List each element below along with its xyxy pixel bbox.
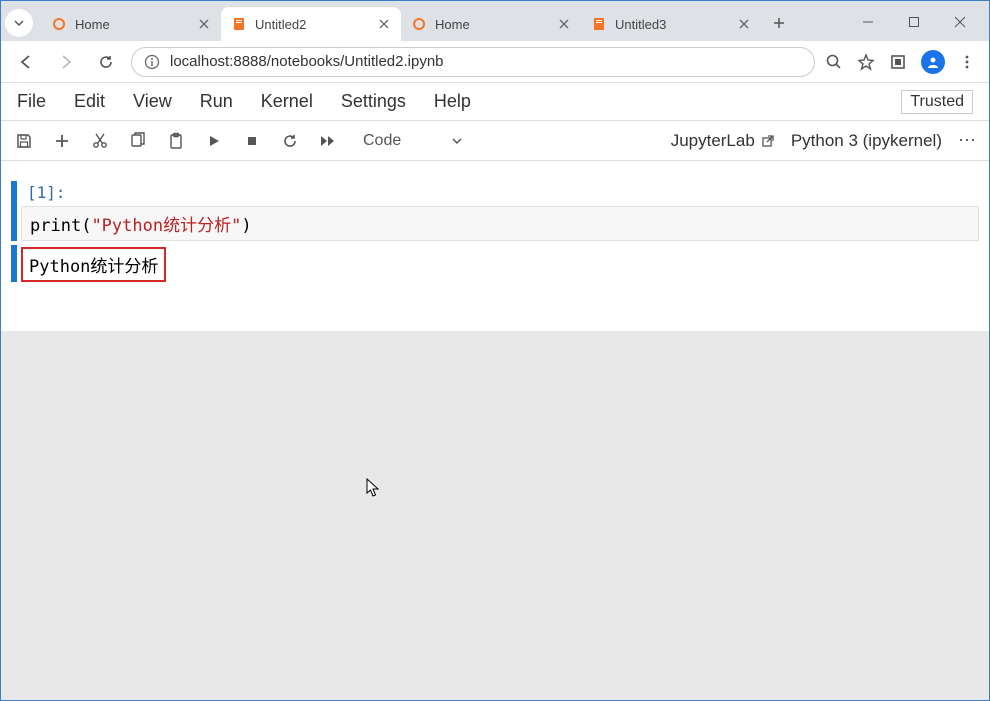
restart-run-all-button[interactable] [317, 130, 339, 152]
browser-tab-home-1[interactable]: Home [41, 7, 221, 41]
external-link-icon [761, 134, 775, 148]
menu-icon[interactable] [959, 54, 975, 70]
menu-run[interactable]: Run [200, 91, 233, 112]
jupyter-toolbar: Code JupyterLab Python 3 (ipykernel) ⋯ [1, 121, 989, 161]
interrupt-button[interactable] [241, 130, 263, 152]
tab-search-dropdown[interactable] [5, 9, 33, 37]
tab-title: Untitled3 [615, 17, 729, 32]
close-window-button[interactable] [937, 7, 983, 37]
code-string: "Python统计分析" [91, 216, 241, 236]
close-tab-icon[interactable] [197, 17, 211, 31]
tab-title: Home [75, 17, 189, 32]
tab-title: Home [435, 17, 549, 32]
window-controls [845, 7, 983, 37]
code-input[interactable]: print("Python统计分析") [21, 206, 979, 241]
cut-button[interactable] [89, 130, 111, 152]
jupyterlab-label: JupyterLab [671, 131, 755, 151]
code-cell[interactable]: [1]: print("Python统计分析") [11, 181, 979, 241]
cell-type-select[interactable]: Code [355, 128, 491, 154]
menu-edit[interactable]: Edit [74, 91, 105, 112]
more-actions-button[interactable]: ⋯ [958, 130, 977, 151]
back-button[interactable] [11, 47, 41, 77]
minimize-button[interactable] [845, 7, 891, 37]
save-button[interactable] [13, 130, 35, 152]
code-close-paren: ) [241, 216, 251, 236]
tab-title: Untitled2 [255, 17, 369, 32]
jupyterlab-link[interactable]: JupyterLab [671, 131, 775, 151]
input-prompt: [1]: [21, 181, 71, 202]
mouse-cursor-icon [366, 478, 382, 498]
reload-button[interactable] [91, 47, 121, 77]
output-cell: Python统计分析 [11, 245, 979, 282]
menu-kernel[interactable]: Kernel [261, 91, 313, 112]
close-tab-icon[interactable] [377, 17, 391, 31]
close-tab-icon[interactable] [557, 17, 571, 31]
search-icon[interactable] [825, 53, 843, 71]
url-input[interactable]: localhost:8888/notebooks/Untitled2.ipynb [131, 47, 815, 77]
cell-type-value: Code [363, 132, 401, 150]
browser-tab-untitled3[interactable]: Untitled3 [581, 7, 761, 41]
address-bar: localhost:8888/notebooks/Untitled2.ipynb [1, 41, 989, 83]
notebook-icon [231, 16, 247, 32]
copy-button[interactable] [127, 130, 149, 152]
notebook-area: [1]: print("Python统计分析") Python统计分析 [1, 161, 989, 331]
profile-avatar[interactable] [921, 50, 945, 74]
output-collapser[interactable] [11, 245, 17, 282]
chevron-down-icon [451, 135, 463, 147]
menu-file[interactable]: File [17, 91, 46, 112]
extensions-icon[interactable] [889, 53, 907, 71]
jupyter-icon [51, 16, 67, 32]
run-button[interactable] [203, 130, 225, 152]
menu-settings[interactable]: Settings [341, 91, 406, 112]
code-open-paren: ( [81, 216, 91, 236]
jupyter-icon [411, 16, 427, 32]
notebook-icon [591, 16, 607, 32]
insert-cell-button[interactable] [51, 130, 73, 152]
restart-button[interactable] [279, 130, 301, 152]
menu-help[interactable]: Help [434, 91, 471, 112]
code-func: print [30, 216, 81, 236]
menu-view[interactable]: View [133, 91, 172, 112]
trusted-badge[interactable]: Trusted [901, 90, 973, 114]
new-tab-button[interactable] [765, 9, 793, 37]
paste-button[interactable] [165, 130, 187, 152]
browser-tab-strip: Home Untitled2 Home Untitled3 [1, 1, 989, 41]
browser-tab-home-2[interactable]: Home [401, 7, 581, 41]
close-tab-icon[interactable] [737, 17, 751, 31]
kernel-indicator[interactable]: Python 3 (ipykernel) [791, 131, 942, 151]
maximize-button[interactable] [891, 7, 937, 37]
browser-tab-untitled2[interactable]: Untitled2 [221, 7, 401, 41]
jupyter-menubar: File Edit View Run Kernel Settings Help … [1, 83, 989, 121]
url-text: localhost:8888/notebooks/Untitled2.ipynb [170, 53, 444, 70]
forward-button[interactable] [51, 47, 81, 77]
site-info-icon[interactable] [144, 54, 160, 70]
chevron-down-icon [13, 17, 25, 29]
cell-output: Python统计分析 [21, 247, 166, 282]
bookmark-icon[interactable] [857, 53, 875, 71]
cell-collapser[interactable] [11, 181, 17, 241]
